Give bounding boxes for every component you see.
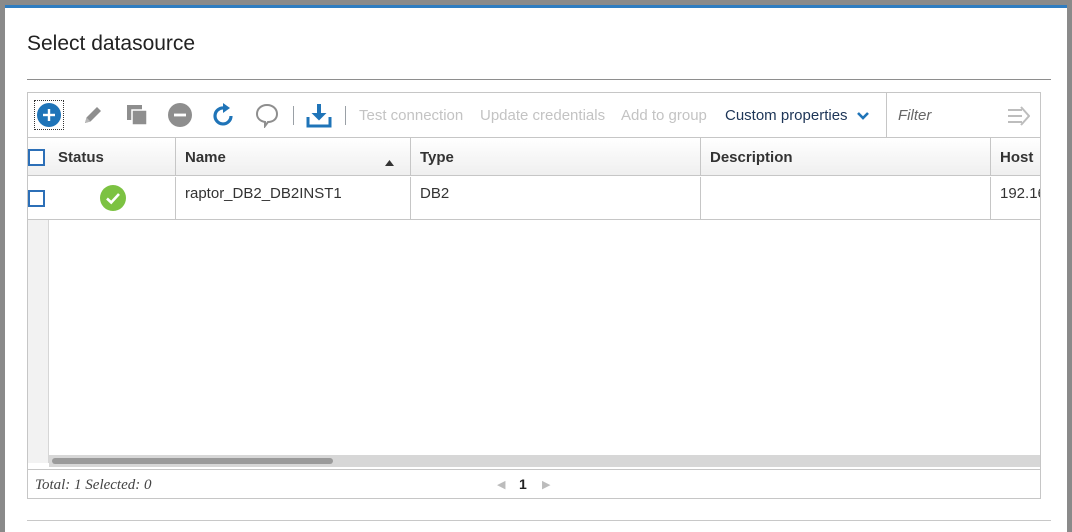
- status-ok-icon: [100, 185, 126, 215]
- grid-header: Status Name Type Description Host: [28, 138, 1040, 176]
- toolbar-separator: [293, 106, 294, 125]
- column-header-description[interactable]: Description: [701, 138, 991, 175]
- grid-footer: Total: 1 Selected: 0 ◀ 1 ▶: [28, 469, 1040, 498]
- table-row[interactable]: raptor_DB2_DB2INST1 DB2 192.16: [28, 177, 1040, 220]
- custom-properties-dropdown[interactable]: Custom properties: [725, 107, 870, 125]
- test-connection-button[interactable]: Test connection: [359, 107, 463, 124]
- filter-options-icon[interactable]: [1008, 106, 1031, 131]
- grid-body: raptor_DB2_DB2INST1 DB2 192.16: [28, 177, 1040, 463]
- toolbar: Test connection Update credentials Add t…: [28, 93, 1040, 138]
- horizontal-scrollbar[interactable]: [49, 455, 1040, 467]
- edit-icon[interactable]: [78, 100, 108, 130]
- host-cell: 192.16: [1000, 185, 1040, 202]
- column-header-label: Status: [58, 149, 104, 166]
- select-all-checkbox[interactable]: [28, 149, 45, 166]
- column-header-name[interactable]: Name: [176, 138, 411, 175]
- chevron-down-icon: [856, 108, 870, 125]
- next-page-icon[interactable]: ▶: [542, 478, 550, 491]
- selection-summary: Total: 1 Selected: 0: [35, 477, 152, 493]
- description-cell: [701, 177, 991, 219]
- bottom-divider: [27, 520, 1051, 521]
- datasource-panel: Test connection Update credentials Add t…: [27, 92, 1041, 499]
- download-icon[interactable]: [304, 100, 334, 130]
- name-cell: raptor_DB2_DB2INST1: [176, 177, 411, 219]
- previous-page-icon[interactable]: ◀: [497, 478, 505, 491]
- column-header-type[interactable]: Type: [411, 138, 701, 175]
- custom-properties-label: Custom properties: [725, 107, 848, 124]
- toolbar-separator: [345, 106, 346, 125]
- column-header-label: Type: [420, 149, 454, 166]
- comment-icon[interactable]: [252, 100, 282, 130]
- sort-ascending-icon: [385, 153, 394, 170]
- page-number[interactable]: 1: [519, 476, 527, 492]
- filter-box: [886, 93, 1040, 137]
- column-header-host[interactable]: Host: [991, 138, 1040, 175]
- update-credentials-button[interactable]: Update credentials: [480, 107, 605, 124]
- copy-icon[interactable]: [122, 100, 152, 130]
- title-divider: [27, 79, 1051, 80]
- column-header-label: Description: [710, 149, 793, 166]
- column-header-label: Host: [1000, 149, 1034, 166]
- column-header-label: Name: [185, 149, 226, 166]
- select-datasource-dialog: Select datasource Test connection Update…: [5, 5, 1067, 532]
- remove-icon[interactable]: [165, 100, 195, 130]
- filter-input[interactable]: [887, 93, 997, 137]
- add-to-group-button[interactable]: Add to group: [621, 107, 707, 124]
- dialog-title: Select datasource: [27, 32, 196, 55]
- status-cell: [49, 177, 176, 219]
- refresh-icon[interactable]: [209, 100, 239, 130]
- scrollbar-thumb[interactable]: [52, 458, 333, 464]
- row-checkbox[interactable]: [28, 190, 45, 207]
- type-cell: DB2: [411, 177, 701, 219]
- column-header-status[interactable]: Status: [49, 138, 176, 175]
- add-icon[interactable]: [34, 100, 64, 130]
